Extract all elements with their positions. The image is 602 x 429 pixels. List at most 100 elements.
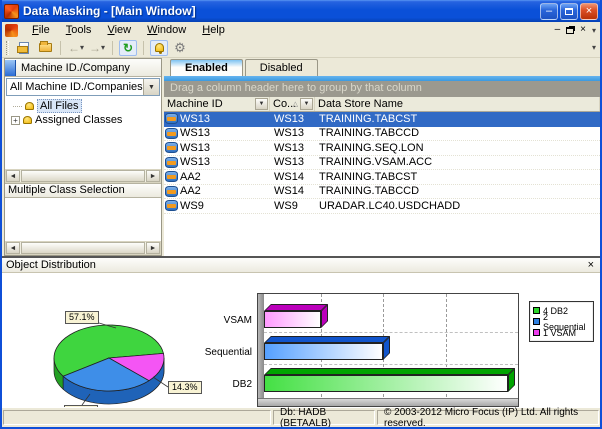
scrollbar-thumb[interactable]: [21, 170, 145, 182]
object-distribution-title: Object Distribution: [6, 259, 96, 271]
menu-file[interactable]: File: [24, 23, 58, 37]
tree-item-label: Assigned Classes: [35, 114, 122, 126]
table-row[interactable]: WS13WS13TRAINING.TABCCD: [164, 127, 600, 142]
bar-sequential: [264, 336, 383, 360]
status-db: Db: HADB (BETAALB): [273, 410, 375, 425]
chart-3d-floor: [258, 398, 518, 406]
tree-item-assigned-classes[interactable]: + Assigned Classes: [11, 113, 161, 127]
refresh-icon: ↻: [123, 41, 133, 55]
y-axis-label: Sequential: [202, 347, 252, 358]
machine-company-header-label: Machine ID./Company: [21, 62, 130, 74]
column-header-data-store-name[interactable]: Data Store Name: [315, 97, 600, 111]
datastore-icon: [165, 128, 178, 139]
scrollbar-thumb[interactable]: [21, 242, 145, 254]
bell-icon: [155, 43, 164, 52]
bar-db2: [264, 368, 508, 392]
table-row[interactable]: WS13WS13TRAINING.TABCST: [164, 112, 600, 127]
column-header-machine-id[interactable]: Machine ID ▼: [164, 97, 270, 111]
legend-swatch-icon: [533, 307, 540, 314]
legend-entry: 2 Sequential: [533, 316, 590, 327]
menu-tools[interactable]: Tools: [58, 23, 100, 37]
menu-bar: FileToolsViewWindowHelp – × ▾: [2, 22, 600, 38]
open-folder-icon: [39, 43, 52, 52]
alerts-button[interactable]: [150, 40, 168, 56]
scroll-right-icon[interactable]: ►: [146, 170, 160, 182]
app-window: Data Masking - [Main Window] – × FileToo…: [0, 0, 602, 429]
back-button[interactable]: ←▾: [67, 40, 85, 56]
group-by-drop-zone[interactable]: Drag a column header here to group by th…: [164, 81, 600, 97]
datastore-icon: [165, 171, 178, 182]
toolbar-separator: [112, 41, 113, 55]
machine-company-combo[interactable]: All Machine ID./Companies ▼: [6, 78, 160, 96]
gear-icon: ⚙: [174, 40, 186, 56]
toolbar-overflow-chevron-icon[interactable]: ▾: [592, 43, 596, 52]
restore-icon: [565, 8, 573, 15]
class-horizontal-scrollbar[interactable]: ◄ ►: [5, 241, 161, 255]
mdi-restore-button[interactable]: [566, 27, 574, 34]
datastore-icon: [165, 157, 178, 168]
tree-horizontal-scrollbar[interactable]: ◄ ►: [5, 169, 161, 183]
sort-ascending-icon: △: [293, 100, 298, 108]
window-title: Data Masking - [Main Window]: [23, 4, 540, 18]
grid-header-row: Machine ID ▼ Co... △ ▼ Data Store Name: [164, 97, 600, 112]
object-distribution-header: Object Distribution ×: [2, 258, 600, 273]
menu-view[interactable]: View: [99, 23, 139, 37]
grid-body: WS13WS13TRAINING.TABCSTWS13WS13TRAINING.…: [164, 112, 600, 214]
settings-button[interactable]: ⚙: [171, 40, 189, 56]
open-folder-button[interactable]: [36, 40, 54, 56]
minimize-button[interactable]: –: [540, 3, 558, 20]
toolbar-grip[interactable]: [6, 41, 9, 55]
open-report-icon: [19, 42, 29, 54]
table-row[interactable]: AA2WS14TRAINING.TABCCD: [164, 185, 600, 200]
table-row[interactable]: WS13WS13TRAINING.VSAM.ACC: [164, 156, 600, 171]
mdi-child-icon[interactable]: [5, 24, 18, 37]
bar-vsam: [264, 304, 321, 328]
open-report-button[interactable]: [15, 40, 33, 56]
mdi-minimize-button[interactable]: –: [555, 25, 561, 35]
forward-button[interactable]: →▾: [88, 40, 106, 56]
forward-arrow-icon: →: [89, 41, 101, 55]
tree-item-all-files[interactable]: All Files: [11, 99, 161, 113]
pie-label-db2: 57.1%: [65, 311, 99, 324]
table-row[interactable]: WS13WS13TRAINING.SEQ.LON: [164, 141, 600, 156]
table-row[interactable]: WS9WS9URADAR.LC40.USDCHADD: [164, 199, 600, 214]
machine-company-panel: Machine ID./Company All Machine ID./Comp…: [4, 58, 162, 256]
menu-window[interactable]: Window: [139, 23, 194, 37]
data-store-panel: Enabled Disabled Drag a column header he…: [164, 58, 600, 256]
restore-button[interactable]: [560, 3, 578, 20]
datastore-icon: [165, 113, 178, 124]
datastore-icon: [165, 186, 178, 197]
tab-strip: Enabled Disabled: [164, 58, 600, 76]
scroll-left-icon[interactable]: ◄: [6, 242, 20, 254]
file-tree: All Files + Assigned Classes: [5, 97, 161, 127]
filter-dropdown-icon[interactable]: ▼: [300, 98, 313, 110]
legend-swatch-icon: [533, 318, 540, 325]
datastore-icon: [165, 200, 178, 211]
expand-plus-icon[interactable]: +: [11, 116, 20, 125]
close-button[interactable]: ×: [580, 3, 598, 20]
status-bar: Db: HADB (BETAALB) © 2003-2012 Micro Foc…: [2, 407, 600, 427]
table-row[interactable]: AA2WS14TRAINING.TABCST: [164, 170, 600, 185]
mdi-close-button[interactable]: ×: [580, 25, 586, 35]
bar-chart-plot: [257, 293, 519, 407]
scroll-left-icon[interactable]: ◄: [6, 170, 20, 182]
menu-help[interactable]: Help: [194, 23, 233, 37]
filter-dropdown-icon[interactable]: ▼: [255, 98, 268, 110]
toolbar-separator: [60, 41, 61, 55]
scroll-right-icon[interactable]: ►: [146, 242, 160, 254]
chart-legend: 4 DB22 Sequential1 VSAM: [529, 301, 594, 342]
column-header-co[interactable]: Co... △ ▼: [270, 97, 315, 111]
combo-dropdown-icon[interactable]: ▼: [143, 79, 159, 95]
tab-enabled[interactable]: Enabled: [170, 59, 243, 76]
refresh-button[interactable]: ↻: [119, 40, 137, 56]
menu-overflow-chevron-icon[interactable]: ▾: [592, 26, 596, 35]
y-axis-label: VSAM: [202, 315, 252, 326]
datastore-icon: [165, 142, 178, 153]
legend-swatch-icon: [533, 329, 540, 336]
bell-icon: [25, 102, 34, 110]
status-pane-empty: [3, 410, 271, 425]
tab-disabled[interactable]: Disabled: [245, 59, 318, 76]
panel-close-icon[interactable]: ×: [588, 260, 594, 271]
back-arrow-icon: ←: [68, 41, 80, 55]
pie-label-vsam: 14.3%: [168, 381, 202, 394]
